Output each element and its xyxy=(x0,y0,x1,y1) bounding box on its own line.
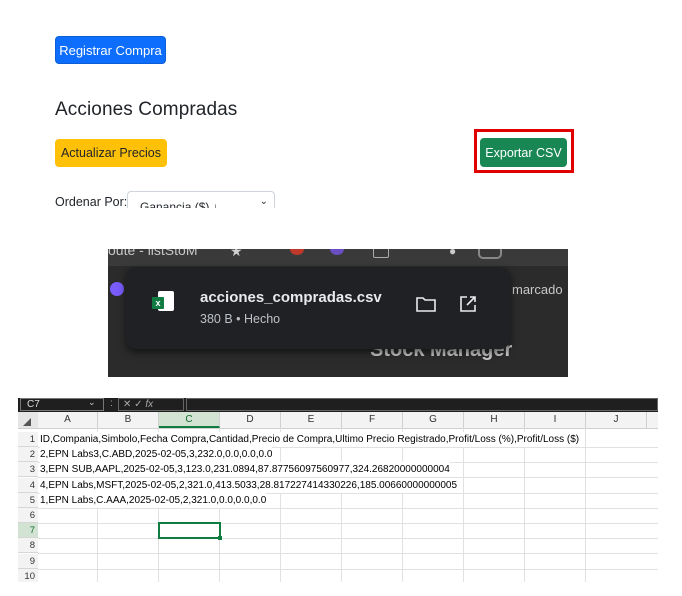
grid-column-line xyxy=(524,428,525,582)
row-header[interactable]: 2 xyxy=(18,447,38,462)
star-icon[interactable]: ★ xyxy=(230,249,243,260)
fx-label: fx xyxy=(145,399,154,410)
messenger-icon[interactable] xyxy=(110,282,124,296)
column-header-b[interactable]: B xyxy=(98,412,159,428)
column-header-a[interactable]: A xyxy=(38,412,98,428)
column-header-j[interactable]: J xyxy=(586,412,647,428)
cell-a4[interactable]: 4,EPN Labs,MSFT,2025-02-05,2,321.0,413.5… xyxy=(40,478,458,493)
column-header-g[interactable]: G xyxy=(403,412,464,428)
grid-column-line xyxy=(280,428,281,582)
select-all-icon xyxy=(23,418,31,426)
chevron-down-icon[interactable]: ⌄ xyxy=(88,398,96,408)
download-status: 380 B • Hecho xyxy=(200,312,281,326)
column-header-c[interactable]: C xyxy=(159,412,220,428)
column-header-i[interactable]: I xyxy=(525,412,586,428)
download-filename[interactable]: acciones_compradas.csv xyxy=(200,289,382,306)
grid-row-line xyxy=(38,538,658,539)
grid-column-line xyxy=(341,428,342,582)
register-purchase-button[interactable]: Registrar Compra xyxy=(55,36,166,64)
chevron-down-icon: ⌄ xyxy=(259,196,268,207)
refresh-prices-button[interactable]: Actualizar Precios xyxy=(55,139,167,167)
cell-a5[interactable]: 1,EPN Labs,C.AAA,2025-02-05,2,321.0,0.0,… xyxy=(40,493,267,508)
grid-row-line xyxy=(38,553,658,554)
formula-input[interactable] xyxy=(186,398,658,411)
column-header-e[interactable]: E xyxy=(281,412,342,428)
spreadsheet-screenshot: C7 ⌄ : ✕ ✓ fx ABCDEFGHIJ 1 ID,Compania,Si… xyxy=(18,398,658,582)
open-external-icon[interactable] xyxy=(458,294,478,314)
column-header-d[interactable]: D xyxy=(220,412,281,428)
export-csv-button[interactable]: Exportar CSV xyxy=(480,138,567,167)
row-header[interactable]: 5 xyxy=(18,493,38,508)
cell-a2[interactable]: 2,EPN Labs3,C.ABD,2025-02-05,3,232.0,0.0… xyxy=(40,447,273,462)
cell-a3[interactable]: 3,EPN SUB,AAPL,2025-02-05,3,123.0,231.08… xyxy=(40,462,450,477)
grid-column-line xyxy=(463,428,464,582)
fx-box[interactable]: ✕ ✓ fx xyxy=(118,398,184,411)
cell-a1[interactable]: ID,Compania,Simbolo,Fecha Compra,Cantida… xyxy=(40,432,580,447)
folder-icon[interactable] xyxy=(416,296,436,312)
row-header[interactable]: 9 xyxy=(18,554,38,569)
selected-cell[interactable] xyxy=(158,522,221,539)
download-popup-screenshot: oute - listStoM ★ ● marcado Stock Manage… xyxy=(108,249,568,377)
row-header[interactable]: 4 xyxy=(18,478,38,493)
grid-row-line xyxy=(38,569,658,570)
grid-column-line xyxy=(402,428,403,582)
column-header-h[interactable]: H xyxy=(464,412,525,428)
fill-handle[interactable] xyxy=(218,536,222,540)
grid-row-line xyxy=(38,508,658,509)
section-title: Acciones Compradas xyxy=(55,99,238,120)
order-by-select[interactable]: Ganancia ($) ↓ ⌄ xyxy=(127,191,275,209)
row-header[interactable]: 7 xyxy=(18,523,38,538)
address-text: oute - listStoM xyxy=(108,249,198,258)
separator-dots: : xyxy=(110,398,113,409)
downloads-icon[interactable] xyxy=(478,249,502,259)
extension-square-icon[interactable] xyxy=(373,249,389,258)
excel-badge-icon: x xyxy=(152,297,164,309)
order-by-label: Ordenar Por: xyxy=(55,195,128,209)
grid-column-line xyxy=(585,428,586,582)
row-header[interactable]: 10 xyxy=(18,569,38,582)
dot-icon: ● xyxy=(449,249,457,258)
row-header[interactable]: 8 xyxy=(18,538,38,553)
crop-cutoff xyxy=(0,208,682,248)
row-header[interactable]: 6 xyxy=(18,508,38,523)
download-item-card[interactable]: x acciones_compradas.csv 380 B • Hecho xyxy=(126,267,510,349)
row-header[interactable]: 1 xyxy=(18,432,38,447)
bookmarks-text: marcado xyxy=(512,282,563,297)
row-header[interactable]: 3 xyxy=(18,462,38,477)
column-header-f[interactable]: F xyxy=(342,412,403,428)
grid-row-line xyxy=(38,523,658,524)
